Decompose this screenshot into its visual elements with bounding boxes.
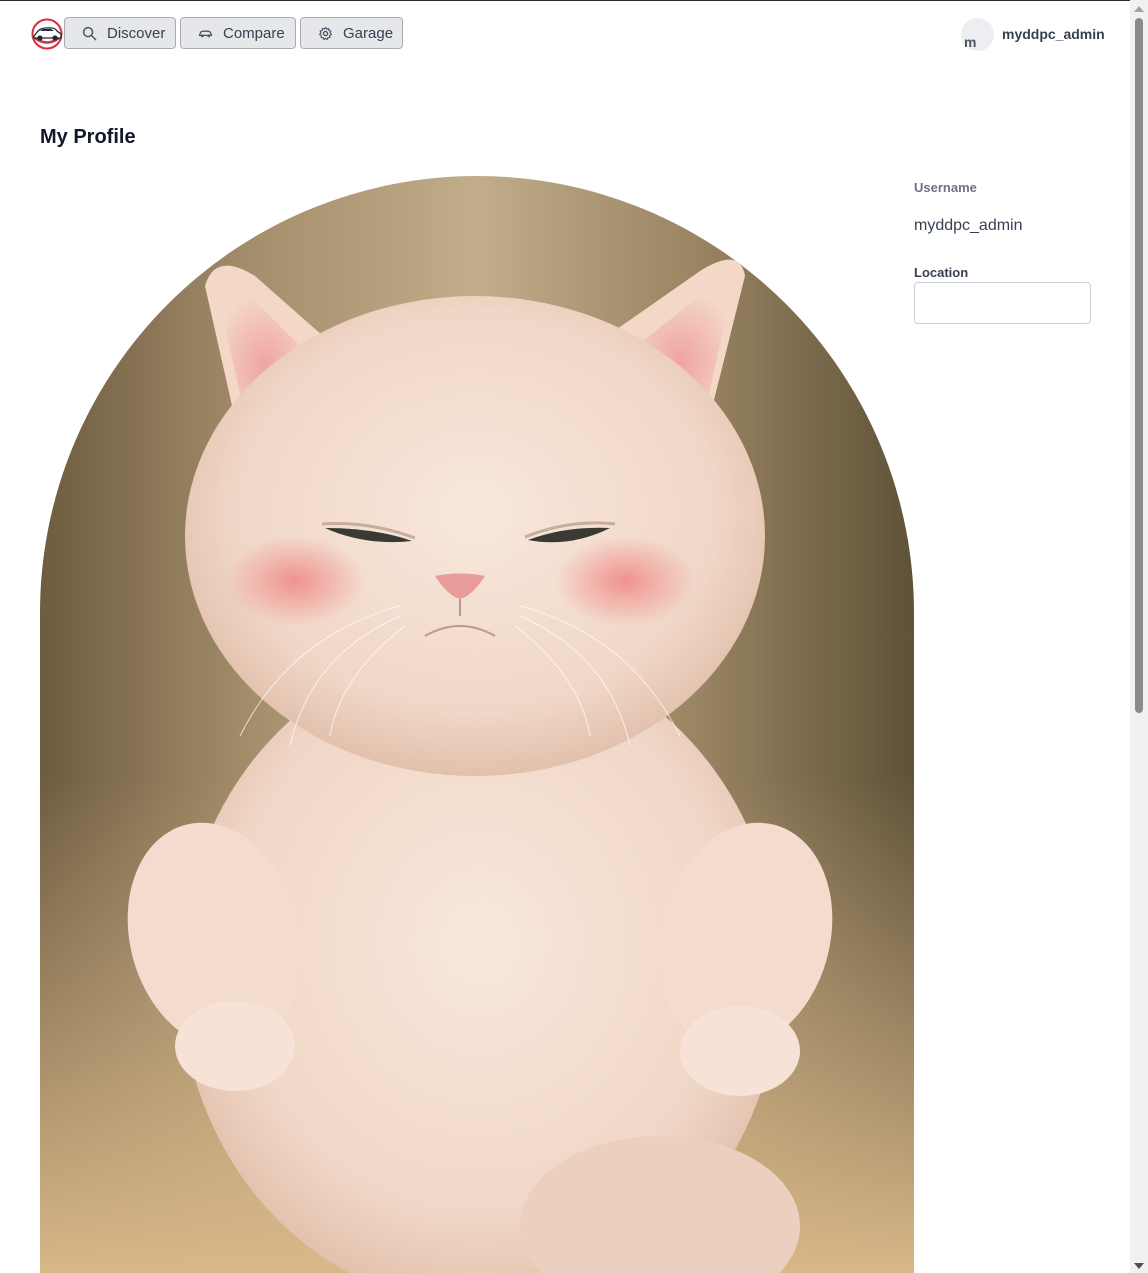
page-title: My Profile <box>40 126 136 148</box>
profile-page: Discover Compare Garage m myddpc_admin M… <box>0 1 1130 1273</box>
scroll-up-arrow-icon[interactable] <box>1134 6 1144 12</box>
avatar-initial: m <box>964 33 977 50</box>
car-logo-icon <box>31 18 63 50</box>
location-input[interactable] <box>914 282 1091 324</box>
cat-photo <box>40 176 914 1273</box>
profile-photo[interactable] <box>40 176 914 1273</box>
gear-icon <box>319 26 332 40</box>
username-value: myddpc_admin <box>914 217 1023 234</box>
app-logo[interactable] <box>31 18 63 50</box>
scrollbar-thumb[interactable] <box>1135 18 1143 713</box>
nav-garage-button[interactable]: Garage <box>300 17 403 49</box>
search-icon <box>82 26 97 40</box>
nav-garage-label: Garage <box>343 24 394 42</box>
nav-discover-button[interactable]: Discover <box>64 17 176 49</box>
location-label: Location <box>914 265 969 280</box>
scroll-down-arrow-icon[interactable] <box>1134 1263 1144 1269</box>
user-menu-name: myddpc_admin <box>1002 26 1105 42</box>
car-icon <box>198 30 213 37</box>
nav-compare-label: Compare <box>223 24 285 42</box>
avatar: m <box>961 17 994 51</box>
username-label: Username <box>914 180 977 195</box>
user-menu[interactable]: m myddpc_admin <box>961 17 1105 51</box>
nav-compare-button[interactable]: Compare <box>180 17 296 49</box>
nav-discover-label: Discover <box>107 24 166 42</box>
vertical-scrollbar[interactable] <box>1130 0 1148 1273</box>
